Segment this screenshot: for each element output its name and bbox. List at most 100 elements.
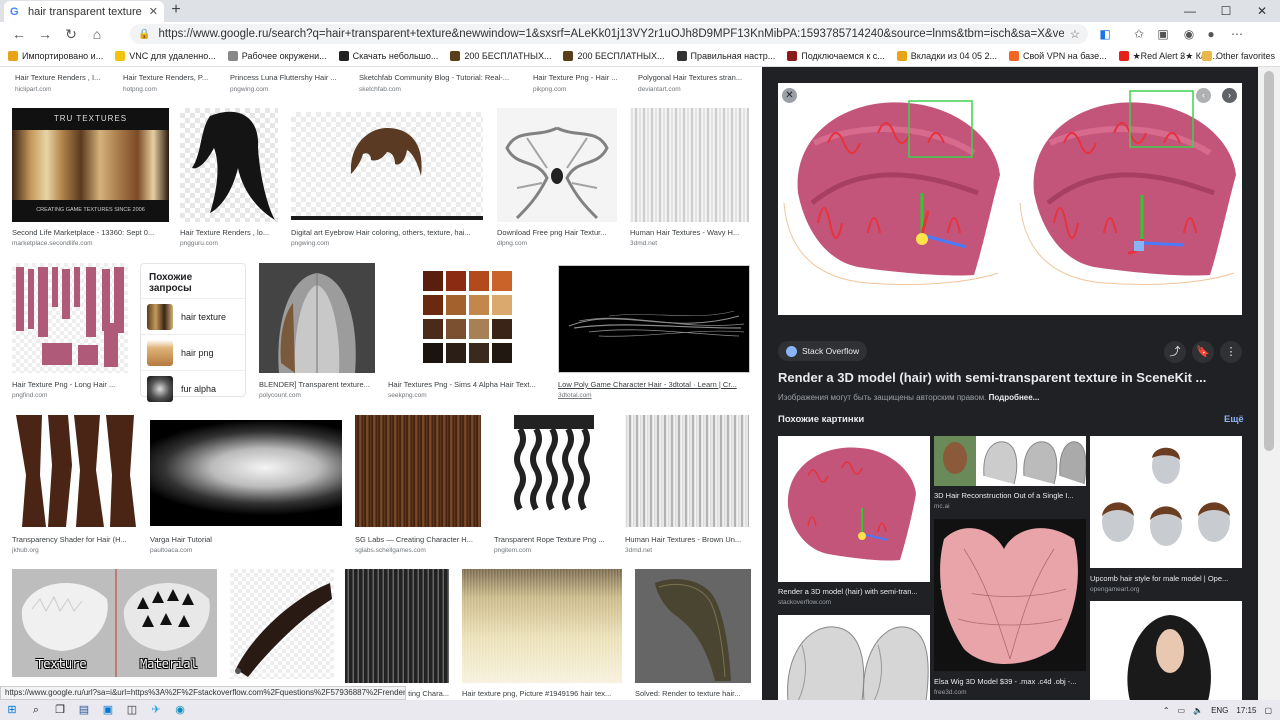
result-thumbnail[interactable]: Texture Material	[12, 569, 217, 677]
result-thumbnail[interactable]	[635, 569, 751, 683]
similar-card[interactable]	[778, 615, 930, 701]
result-thumbnail[interactable]	[558, 265, 750, 373]
similar-thumbnail[interactable]	[1090, 601, 1242, 701]
similar-thumbnail[interactable]	[778, 615, 930, 701]
result-thumbnail[interactable]	[150, 420, 342, 526]
similar-card[interactable]: 3D Hair Reconstruction Out of a Single I…	[934, 436, 1086, 516]
result-thumbnail[interactable]	[388, 263, 546, 373]
account-icon[interactable]: ◉	[1180, 25, 1198, 43]
new-tab-button[interactable]: +	[168, 2, 184, 18]
tab-close-icon[interactable]: ✕	[149, 5, 158, 18]
result-thumbnail[interactable]	[12, 263, 128, 373]
similar-thumbnail[interactable]	[934, 436, 1086, 486]
result-card[interactable]: Princess Luna Fluttershy Hair ... pngwin…	[230, 73, 350, 97]
result-thumbnail[interactable]	[12, 415, 138, 527]
previous-image-icon[interactable]: ‹	[1196, 88, 1211, 103]
similar-card[interactable]: Render a 3D model (hair) with semi-tran.…	[778, 436, 930, 611]
window-close-button[interactable]: ✕	[1244, 0, 1280, 22]
result-thumbnail[interactable]	[497, 108, 617, 222]
bookmark-item[interactable]: VNC для удаленно...	[115, 51, 216, 61]
result-thumbnail[interactable]	[345, 569, 449, 683]
start-icon[interactable]: ⊞	[0, 700, 24, 720]
next-image-icon[interactable]: ›	[1222, 88, 1237, 103]
browser-menu-icon[interactable]: ⋯	[1228, 25, 1246, 43]
account-avatar-icon[interactable]: ●	[1202, 25, 1220, 43]
bookmark-item[interactable]: Подключаемся к с...	[787, 51, 885, 61]
preview-title[interactable]: Render a 3D model (hair) with semi-trans…	[778, 370, 1238, 385]
bookmark-item[interactable]: Рабочее окружени...	[227, 51, 327, 61]
preview-image[interactable]	[778, 83, 1242, 315]
result-card[interactable]: Hair Textures Png - Sims 4 Alpha Hair Te…	[388, 263, 546, 403]
app-icon[interactable]: ▤	[72, 700, 96, 720]
other-favorites-folder[interactable]: Other favorites	[1202, 51, 1275, 61]
result-card[interactable]: Sketchfab Community Blog - Tutorial: Rea…	[359, 73, 519, 97]
edge-icon[interactable]: ◉	[168, 700, 192, 720]
related-search-fur-alpha[interactable]: fur alpha	[141, 370, 245, 406]
back-icon[interactable]: ←	[6, 22, 32, 46]
similar-more-link[interactable]: Ещё	[1224, 414, 1244, 425]
bookmark-star-icon[interactable]: ☆	[1070, 27, 1080, 41]
collections-icon[interactable]: ▣	[1154, 25, 1172, 43]
similar-thumbnail[interactable]	[778, 436, 930, 582]
page-scrollbar[interactable]	[1258, 67, 1280, 701]
result-card[interactable]: Varga Hair Tutorial paultoaca.com	[150, 415, 344, 555]
minimize-button[interactable]: —	[1172, 0, 1208, 22]
result-thumbnail[interactable]	[355, 415, 481, 527]
copyright-more-link[interactable]: Подробнее...	[989, 393, 1040, 402]
app-icon[interactable]: ▣	[96, 700, 120, 720]
result-card[interactable]: Hair Texture Png - Long Hair ... pngfind…	[12, 263, 130, 403]
source-site-chip[interactable]: Stack Overflow	[778, 341, 868, 361]
favorites-icon[interactable]: ✩	[1130, 25, 1148, 43]
result-thumbnail[interactable]: TRU TEXTURES CREATING GAME TEXTURES SINC…	[12, 108, 169, 222]
result-card[interactable]: Human Hair Textures - Wavy H... 3dmd.net	[630, 108, 750, 248]
reload-icon[interactable]: ↻	[58, 22, 84, 46]
result-card[interactable]: Transparency Shader for Hair (H... jkhub…	[12, 415, 140, 555]
result-card[interactable]: Digital art Eyebrow Hair coloring, other…	[291, 108, 485, 248]
result-card[interactable]	[230, 569, 334, 701]
result-card[interactable]: SG Labs — Creating Character H... sglabs…	[355, 415, 483, 555]
forward-icon[interactable]: →	[32, 22, 58, 46]
result-thumbnail[interactable]	[625, 415, 749, 527]
bookmark-item[interactable]: Правильная настр...	[676, 51, 775, 61]
share-icon[interactable]: ⤴	[1164, 341, 1186, 363]
similar-thumbnail[interactable]	[1090, 436, 1242, 568]
maximize-button[interactable]: ☐	[1208, 0, 1244, 22]
result-card[interactable]: Polygonal Hair Textures stran... deviant…	[638, 73, 753, 97]
result-thumbnail[interactable]	[462, 569, 622, 683]
clock[interactable]: 17:15	[1236, 706, 1256, 715]
result-card[interactable]: Hair Texture Png - Hair ... pikpng.com	[533, 73, 633, 97]
bookmark-item[interactable]: Вкладки из 04 05 2...	[896, 51, 997, 61]
result-thumbnail[interactable]	[494, 415, 612, 527]
bookmark-item[interactable]: 200 БЕСПЛАТНЫХ...	[450, 51, 551, 61]
result-card[interactable]: Hair Texture Renders , lo... pngguru.com	[180, 108, 280, 248]
result-thumbnail[interactable]	[291, 112, 483, 220]
browser-tab[interactable]: G hair transparent texture – Goog ✕	[4, 1, 164, 22]
result-card[interactable]: Human Hair Textures - Brown Un... 3dmd.n…	[625, 415, 753, 555]
bookmark-item[interactable]: Скачать небольшо...	[338, 51, 438, 61]
notifications-icon[interactable]: ▢	[1264, 706, 1272, 715]
bookmark-item[interactable]: Импортировано и...	[8, 51, 103, 61]
result-thumbnail[interactable]	[259, 263, 375, 373]
result-card[interactable]: Transparent Rope Texture Png ... pngitem…	[494, 415, 614, 555]
result-card[interactable]: Hair texture png, Picture #1949196 hair …	[462, 569, 624, 701]
address-bar[interactable]: 🔒 https://www.google.ru/search?q=hair+tr…	[130, 24, 1088, 44]
result-card[interactable]: Hair Texture Renders , I... hiclipart.co…	[15, 73, 125, 97]
similar-card[interactable]: Upcomb hair style for male model | Ope..…	[1090, 436, 1242, 596]
related-search-hair-texture[interactable]: hair texture	[141, 298, 245, 334]
telegram-icon[interactable]: ✈	[144, 700, 168, 720]
extension-icon[interactable]: ◧	[1096, 25, 1114, 43]
tray-chevron-icon[interactable]: ⌃	[1163, 706, 1170, 715]
related-search-hair-png[interactable]: hair png	[141, 334, 245, 370]
more-options-icon[interactable]: ⋮	[1220, 341, 1242, 363]
result-thumbnail[interactable]	[630, 108, 749, 222]
result-card[interactable]: Hair Texture Renders, P... hotpng.com	[123, 73, 223, 97]
close-preview-icon[interactable]: ✕	[782, 88, 797, 103]
save-bookmark-icon[interactable]: 🔖	[1192, 341, 1214, 363]
app-icon[interactable]: ◫	[120, 700, 144, 720]
result-card[interactable]: BLENDER] Transparent texture... polycoun…	[259, 263, 377, 403]
similar-thumbnail[interactable]	[934, 519, 1086, 671]
result-card[interactable]: Texture Material	[12, 569, 218, 701]
home-icon[interactable]: ⌂	[84, 22, 110, 46]
result-card[interactable]: Solved: Render to texture hair...	[635, 569, 753, 701]
scrollbar-thumb[interactable]	[1264, 71, 1274, 451]
